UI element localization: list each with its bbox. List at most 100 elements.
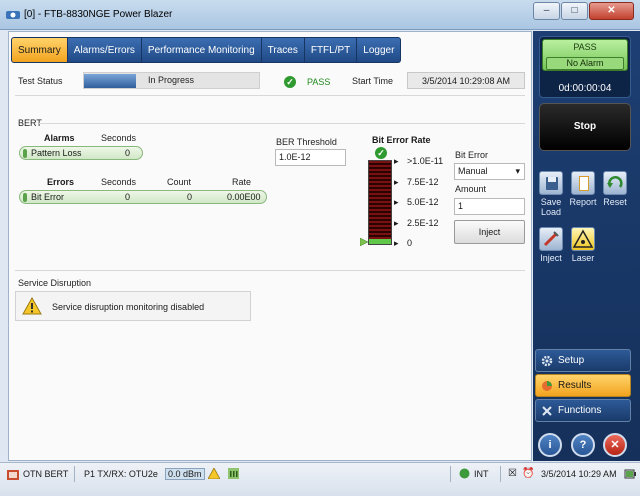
pass-check-icon: ✓ — [284, 76, 296, 88]
inject-button[interactable]: Inject — [454, 220, 525, 244]
alarms-seconds-header: Seconds — [101, 133, 137, 143]
bit-error-label: Bit Error — [31, 192, 65, 202]
bit-error-mode-select[interactable]: Manual ▾ — [454, 163, 525, 180]
ber-meter-title: Bit Error Rate — [372, 135, 431, 145]
side-panel: PASS No Alarm 0d:00:00:04 Stop Save Load… — [533, 31, 640, 461]
ber-meter-bar — [368, 160, 392, 245]
power-level: 0.0 dBm — [165, 468, 205, 480]
ber-level-marker-icon — [360, 238, 368, 246]
laser-button[interactable]: Laser — [567, 227, 599, 263]
bit-error-row: Bit Error 0 0 0.00E00 — [19, 190, 267, 204]
ber-scale-label: 7.5E-12 — [407, 177, 439, 187]
report-button[interactable]: Report — [567, 171, 599, 207]
amount-label: Amount — [455, 184, 487, 194]
save-load-button[interactable]: Save Load — [535, 171, 567, 217]
test-status-value: In Progress — [148, 75, 195, 85]
pattern-loss-row: Pattern Loss 0 — [19, 146, 143, 160]
divider — [15, 95, 525, 96]
warning-icon — [208, 468, 220, 479]
clock-source-icon — [459, 468, 470, 479]
tab-performance-monitoring[interactable]: Performance Monitoring — [141, 37, 262, 63]
error-led — [23, 193, 27, 202]
port-info: P1 TX/RX: OTU2e — [84, 469, 158, 479]
start-time-label: Start Time — [352, 76, 394, 86]
divider — [15, 270, 525, 271]
alarm-clock-icon: ⏰ — [522, 468, 535, 479]
main-panel: Summary Alarms/Errors Performance Monito… — [8, 31, 532, 461]
errors-seconds-header: Seconds — [101, 177, 137, 187]
pattern-loss-seconds: 0 — [125, 148, 131, 158]
tab-ftfl-pt[interactable]: FTFL/PT — [304, 37, 358, 63]
close-button[interactable]: ✕ — [589, 2, 634, 20]
laser-label: Laser — [571, 253, 595, 263]
window-title: [0] - FTB-8830NGE Power Blazer — [24, 9, 173, 20]
verdict-text: PASS — [307, 77, 331, 87]
test-name: OTN BERT — [23, 469, 69, 479]
status-datetime: 3/5/2014 10:29 AM — [541, 469, 617, 479]
tab-alarms-errors[interactable]: Alarms/Errors — [67, 37, 142, 63]
info-button[interactable]: i — [538, 433, 562, 457]
count-header: Count — [167, 177, 192, 187]
rate-header: Rate — [232, 177, 252, 187]
results-icon — [542, 381, 552, 391]
bit-error-mode-value: Manual — [458, 166, 488, 176]
bit-error-mode-label: Bit Error — [455, 150, 489, 160]
elapsed-time: 0d:00:00:04 — [558, 83, 612, 94]
ber-threshold-input[interactable]: 1.0E-12 — [275, 149, 346, 166]
title-bar: [0] - FTB-8830NGE Power Blazer – □ ✕ — [0, 0, 640, 30]
amount-input[interactable]: 1 — [454, 198, 525, 215]
bit-error-count: 0 — [187, 192, 193, 202]
nav-functions[interactable]: Functions — [535, 399, 631, 422]
help-button[interactable]: ? — [571, 433, 595, 457]
nav-results[interactable]: Results — [535, 374, 631, 397]
report-icon — [571, 171, 595, 195]
service-disruption-box: Service disruption monitoring disabled — [15, 291, 251, 321]
tools-icon — [542, 406, 552, 416]
power-battery-icon — [624, 469, 636, 479]
divider — [39, 123, 525, 124]
tab-summary[interactable]: Summary — [11, 37, 68, 63]
report-label: Report — [569, 197, 597, 207]
inject-tool-button[interactable]: Inject — [535, 227, 567, 263]
clock-source: INT — [474, 469, 489, 479]
global-status-card: PASS No Alarm 0d:00:00:04 — [539, 36, 631, 98]
gear-icon — [541, 355, 553, 367]
reset-label: Reset — [603, 197, 627, 207]
stop-button[interactable]: Stop — [539, 103, 631, 151]
signal-icon — [228, 468, 239, 479]
save-load-icon — [539, 171, 563, 195]
ber-threshold-label: BER Threshold — [276, 137, 337, 147]
status-bar: OTN BERT P1 TX/RX: OTU2e 0.0 dBm INT ☒ ⏰… — [0, 462, 640, 496]
inject-icon — [539, 227, 563, 251]
tab-logger[interactable]: Logger — [357, 37, 402, 63]
tab-bar: Summary Alarms/Errors Performance Monito… — [11, 37, 402, 63]
nav-functions-label: Functions — [558, 405, 602, 416]
service-disruption-message: Service disruption monitoring disabled — [52, 302, 205, 312]
save-load-label: Save Load — [540, 197, 562, 217]
ber-check-icon: ✓ — [375, 147, 387, 159]
remote-icon: ☒ — [508, 468, 517, 479]
alarm-status: No Alarm — [546, 57, 624, 70]
reset-icon — [603, 171, 627, 195]
ber-scale-label: 5.0E-12 — [407, 197, 439, 207]
global-verdict-text: PASS — [573, 42, 597, 52]
reset-button[interactable]: Reset — [599, 171, 631, 207]
exit-button[interactable]: ✕ — [603, 433, 627, 457]
app-icon — [6, 11, 20, 19]
maximize-button[interactable]: □ — [561, 2, 588, 20]
pattern-loss-label: Pattern Loss — [31, 148, 82, 158]
warning-icon — [22, 297, 42, 315]
alarm-led — [23, 149, 27, 158]
test-icon — [7, 470, 19, 480]
tab-traces[interactable]: Traces — [261, 37, 305, 63]
ber-scale-label: >1.0E-11 — [407, 156, 444, 166]
errors-header: Errors — [47, 177, 75, 187]
alarms-header: Alarms — [44, 133, 75, 143]
nav-setup[interactable]: Setup — [535, 349, 631, 372]
chevron-down-icon: ▾ — [515, 166, 520, 176]
ber-meter-level — [369, 239, 391, 244]
start-time-value: 3/5/2014 10:29:08 AM — [407, 72, 525, 89]
minimize-button[interactable]: – — [533, 2, 560, 20]
ber-scale-label: 0 — [407, 238, 413, 248]
test-status-label: Test Status — [18, 76, 63, 86]
